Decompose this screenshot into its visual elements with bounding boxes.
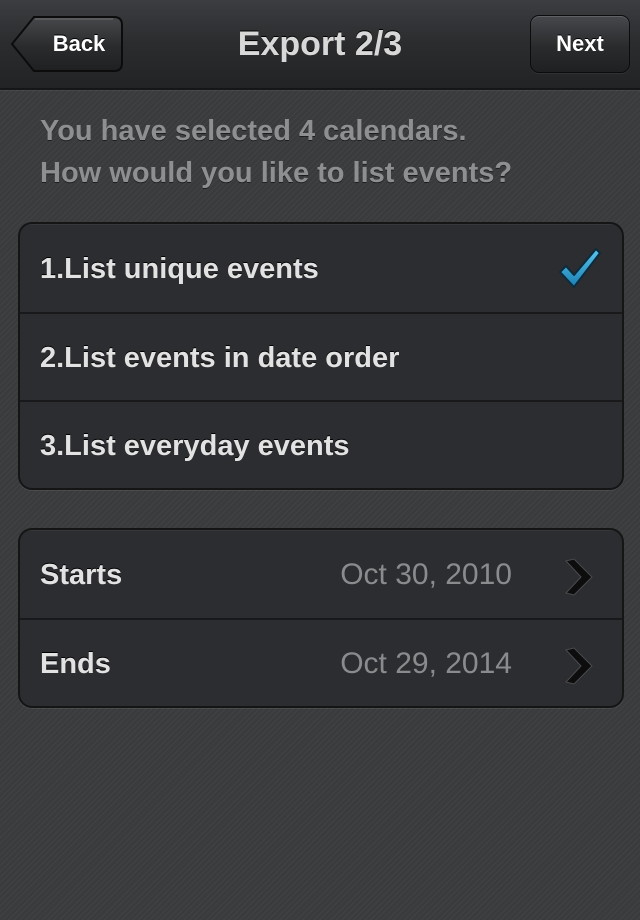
option-label: 3.List everyday events	[40, 430, 350, 462]
starts-row[interactable]: Starts Oct 30, 2010	[20, 530, 622, 618]
back-button-label: Back	[52, 31, 106, 56]
navigation-bar: Export 2/3 Back Next	[0, 0, 640, 90]
prompt-line-1: You have selected 4 calendars.	[40, 115, 467, 147]
selection-prompt: You have selected 4 calendars. How would…	[40, 110, 620, 194]
starts-label: Starts	[40, 559, 123, 591]
option-label: 2.List events in date order	[40, 342, 400, 374]
chevron-right-icon	[565, 647, 593, 685]
next-button[interactable]: Next	[530, 15, 630, 73]
ends-row[interactable]: Ends Oct 29, 2014	[20, 618, 622, 706]
starts-value: Oct 30, 2010	[340, 558, 512, 591]
ends-value: Oct 29, 2014	[340, 647, 512, 680]
ends-label: Ends	[40, 648, 111, 680]
option-everyday-events[interactable]: 3.List everyday events	[20, 400, 622, 488]
checkmark-icon	[559, 248, 601, 288]
back-button[interactable]: Back	[10, 15, 124, 73]
chevron-right-icon	[565, 558, 593, 596]
list-options-group: 1.List unique events 2.List events in da…	[18, 222, 624, 490]
option-date-order[interactable]: 2.List events in date order	[20, 312, 622, 400]
option-unique-events[interactable]: 1.List unique events	[20, 224, 622, 312]
option-label: 1.List unique events	[40, 253, 319, 285]
prompt-line-2: How would you like to list events?	[40, 157, 513, 189]
date-range-group: Starts Oct 30, 2010 Ends Oct 29, 2014	[18, 528, 624, 708]
